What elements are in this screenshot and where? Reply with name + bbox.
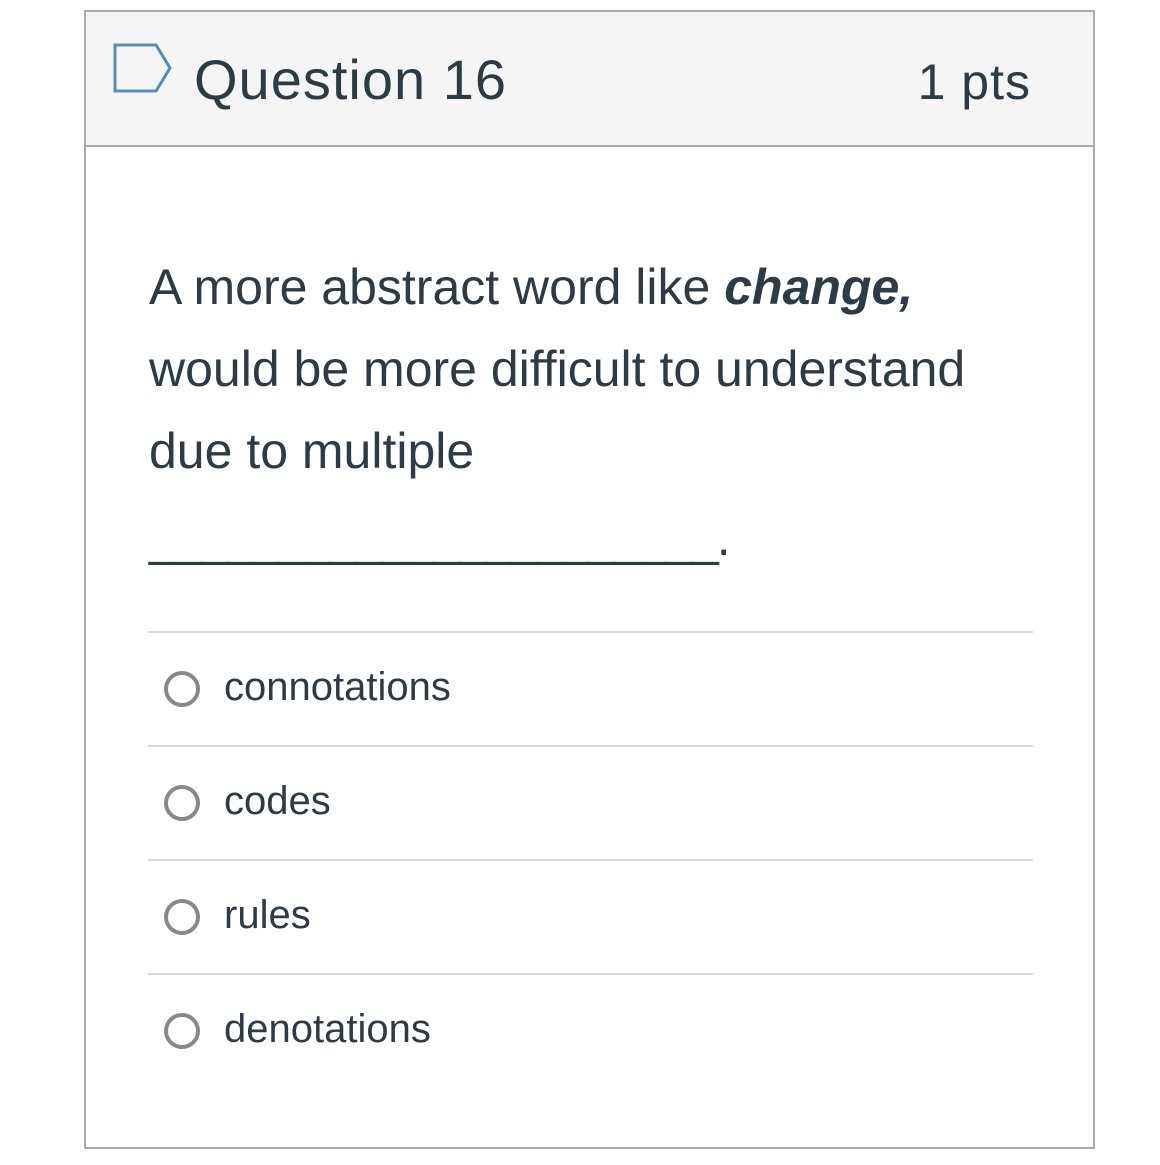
question-text: A more abstract word like change, would … (149, 246, 1049, 492)
question-text-emphasis: change, (724, 259, 914, 315)
answer-label[interactable]: rules (224, 891, 311, 939)
answer-option-rules[interactable]: rules (148, 859, 1033, 973)
question-title: Question 16 (194, 48, 507, 111)
answer-option-denotations[interactable]: denotations (148, 973, 1033, 1087)
answer-option-codes[interactable]: codes (148, 745, 1033, 859)
answer-blank: ______________________. (149, 510, 731, 566)
question-header: Question 16 1 pts (86, 12, 1093, 147)
radio-button-icon[interactable] (164, 899, 200, 935)
answer-label[interactable]: connotations (224, 663, 451, 711)
question-text-before: A more abstract word like (149, 259, 725, 315)
question-text-after: would be more difficult to understand du… (149, 341, 966, 479)
radio-button-icon[interactable] (164, 785, 200, 821)
answer-option-connotations[interactable]: connotations (148, 631, 1033, 745)
question-card: Question 16 1 pts A more abstract word l… (84, 10, 1095, 1149)
answer-list: connotations codes rules denotations (148, 631, 1033, 1087)
flag-question-icon[interactable] (112, 42, 174, 94)
answer-label[interactable]: denotations (224, 1005, 431, 1053)
question-points: 1 pts (917, 54, 1031, 110)
radio-button-icon[interactable] (164, 1013, 200, 1049)
radio-button-icon[interactable] (164, 671, 200, 707)
answer-label[interactable]: codes (224, 777, 331, 825)
